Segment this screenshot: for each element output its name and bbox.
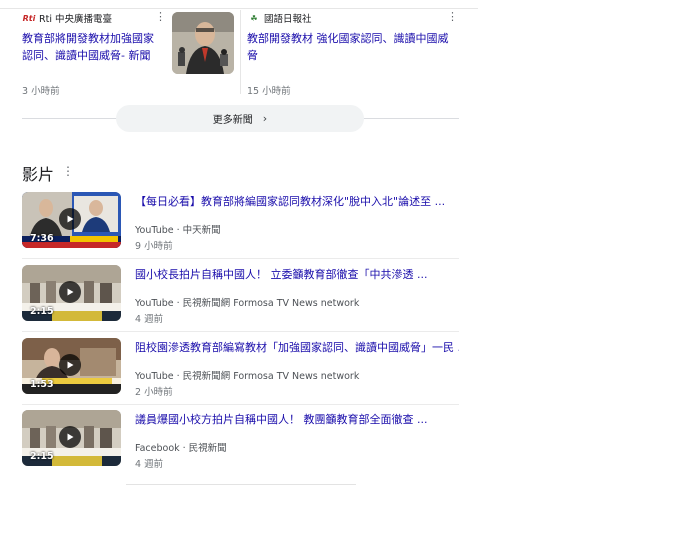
play-icon (59, 281, 81, 303)
press-conference-thumbnail (172, 12, 234, 74)
video-title-link[interactable]: 【每日必看】教育部將編國家認同教材深化"脫中入北"論述至 ... (135, 194, 459, 210)
video-platform: YouTube (135, 298, 174, 309)
video-duration: 2:15 (30, 306, 54, 317)
news-card-rti[interactable]: Rti Rti 中央廣播電臺 ⋮ 教育部將開發教材加強國家認同、識讀中國威脅- … (22, 10, 234, 97)
news-thumbnail[interactable] (172, 12, 234, 74)
more-news-button[interactable]: 更多新聞 › (116, 105, 364, 132)
separator-dot: · (182, 443, 186, 454)
video-item[interactable]: 1:53 阻校園滲透教育部編寫教材「加強國家認同、識讀中國威脅」一民 ... Y… (22, 338, 459, 405)
video-time: 4 週前 (135, 459, 164, 470)
more-news-label: 更多新聞 (212, 115, 253, 126)
video-time: 2 小時前 (135, 387, 173, 398)
row-divider (22, 258, 459, 259)
video-thumbnail[interactable]: 2:15 (22, 410, 121, 466)
video-channel: 中天新聞 (182, 225, 221, 236)
row-divider (22, 331, 459, 332)
chevron-right-icon: › (262, 112, 268, 125)
video-duration: 2:15 (30, 451, 54, 462)
video-channel: 民視新聞網 Formosa TV News network (182, 298, 360, 309)
play-icon (59, 354, 81, 376)
video-duration: 1:53 (30, 379, 54, 390)
video-item[interactable]: 2:15 國小校長拍片自稱中國人！ 立委籲教育部徹查「中共滲透 ... YouT… (22, 265, 459, 332)
news-time: 15 小時前 (247, 86, 291, 97)
section-more-options-icon[interactable]: ⋮ (62, 164, 74, 178)
videos-section-title: 影片 (22, 165, 55, 184)
video-meta: YouTube · 民視新聞網 Formosa TV News network (135, 368, 359, 382)
video-channel: 民視新聞網 Formosa TV News network (182, 371, 360, 382)
video-platform: YouTube (135, 371, 174, 382)
video-channel: 民視新聞 (188, 443, 227, 454)
more-options-icon[interactable]: ⋮ (447, 11, 458, 23)
video-title-link[interactable]: 國小校長拍片自稱中國人！ 立委籲教育部徹查「中共滲透 ... (135, 267, 459, 283)
video-meta: YouTube · 民視新聞網 Formosa TV News network (135, 295, 359, 309)
video-thumbnail[interactable]: 2:15 (22, 265, 121, 321)
video-thumbnail[interactable]: 1:53 (22, 338, 121, 394)
bottom-divider (126, 484, 356, 485)
mdnkids-logo-icon: ☘ (250, 13, 258, 23)
news-card-mdnkids[interactable]: ☘ 國語日報社 ⋮ 教部開發教材 強化國家認同、識讀中國威脅 15 小時前 (247, 10, 459, 98)
news-title-link[interactable]: 教部開發教材 強化國家認同、識讀中國威脅 (247, 30, 459, 64)
news-column-divider (240, 10, 241, 94)
news-title-link[interactable]: 教育部將開發教材加強國家認同、識讀中國威脅- 新聞 (22, 30, 164, 64)
video-thumbnail[interactable]: 7:36 (22, 192, 121, 248)
video-title-link[interactable]: 阻校園滲透教育部編寫教材「加強國家認同、識讀中國威脅」一民 ... (135, 340, 459, 356)
play-icon (59, 426, 81, 448)
video-platform: YouTube (135, 225, 174, 236)
video-title-link[interactable]: 議員爆國小校方拍片自稱中國人！ 教團籲教育部全面徹查 ... (135, 412, 459, 428)
more-options-icon[interactable]: ⋮ (155, 11, 166, 23)
play-icon (59, 208, 81, 230)
row-divider (22, 404, 459, 405)
video-duration: 7:36 (30, 233, 54, 244)
news-source-name: Rti 中央廣播電臺 (39, 14, 112, 25)
news-source-row: ☘ 國語日報社 (247, 10, 459, 26)
separator-dot: · (176, 371, 180, 382)
video-item[interactable]: 7:36 【每日必看】教育部將編國家認同教材深化"脫中入北"論述至 ... Yo… (22, 192, 459, 259)
video-meta: Facebook · 民視新聞 (135, 440, 227, 454)
news-time: 3 小時前 (22, 86, 60, 97)
rti-logo-icon: Rti (22, 13, 36, 23)
video-item[interactable]: 2:15 議員爆國小校方拍片自稱中國人！ 教團籲教育部全面徹查 ... Face… (22, 410, 459, 470)
separator-dot: · (176, 298, 180, 309)
video-meta: YouTube · 中天新聞 (135, 222, 221, 236)
separator-dot: · (176, 225, 180, 236)
video-time: 9 小時前 (135, 241, 173, 252)
news-source-name: 國語日報社 (264, 14, 312, 25)
video-time: 4 週前 (135, 314, 164, 325)
top-divider (0, 8, 478, 9)
video-platform: Facebook (135, 443, 180, 454)
